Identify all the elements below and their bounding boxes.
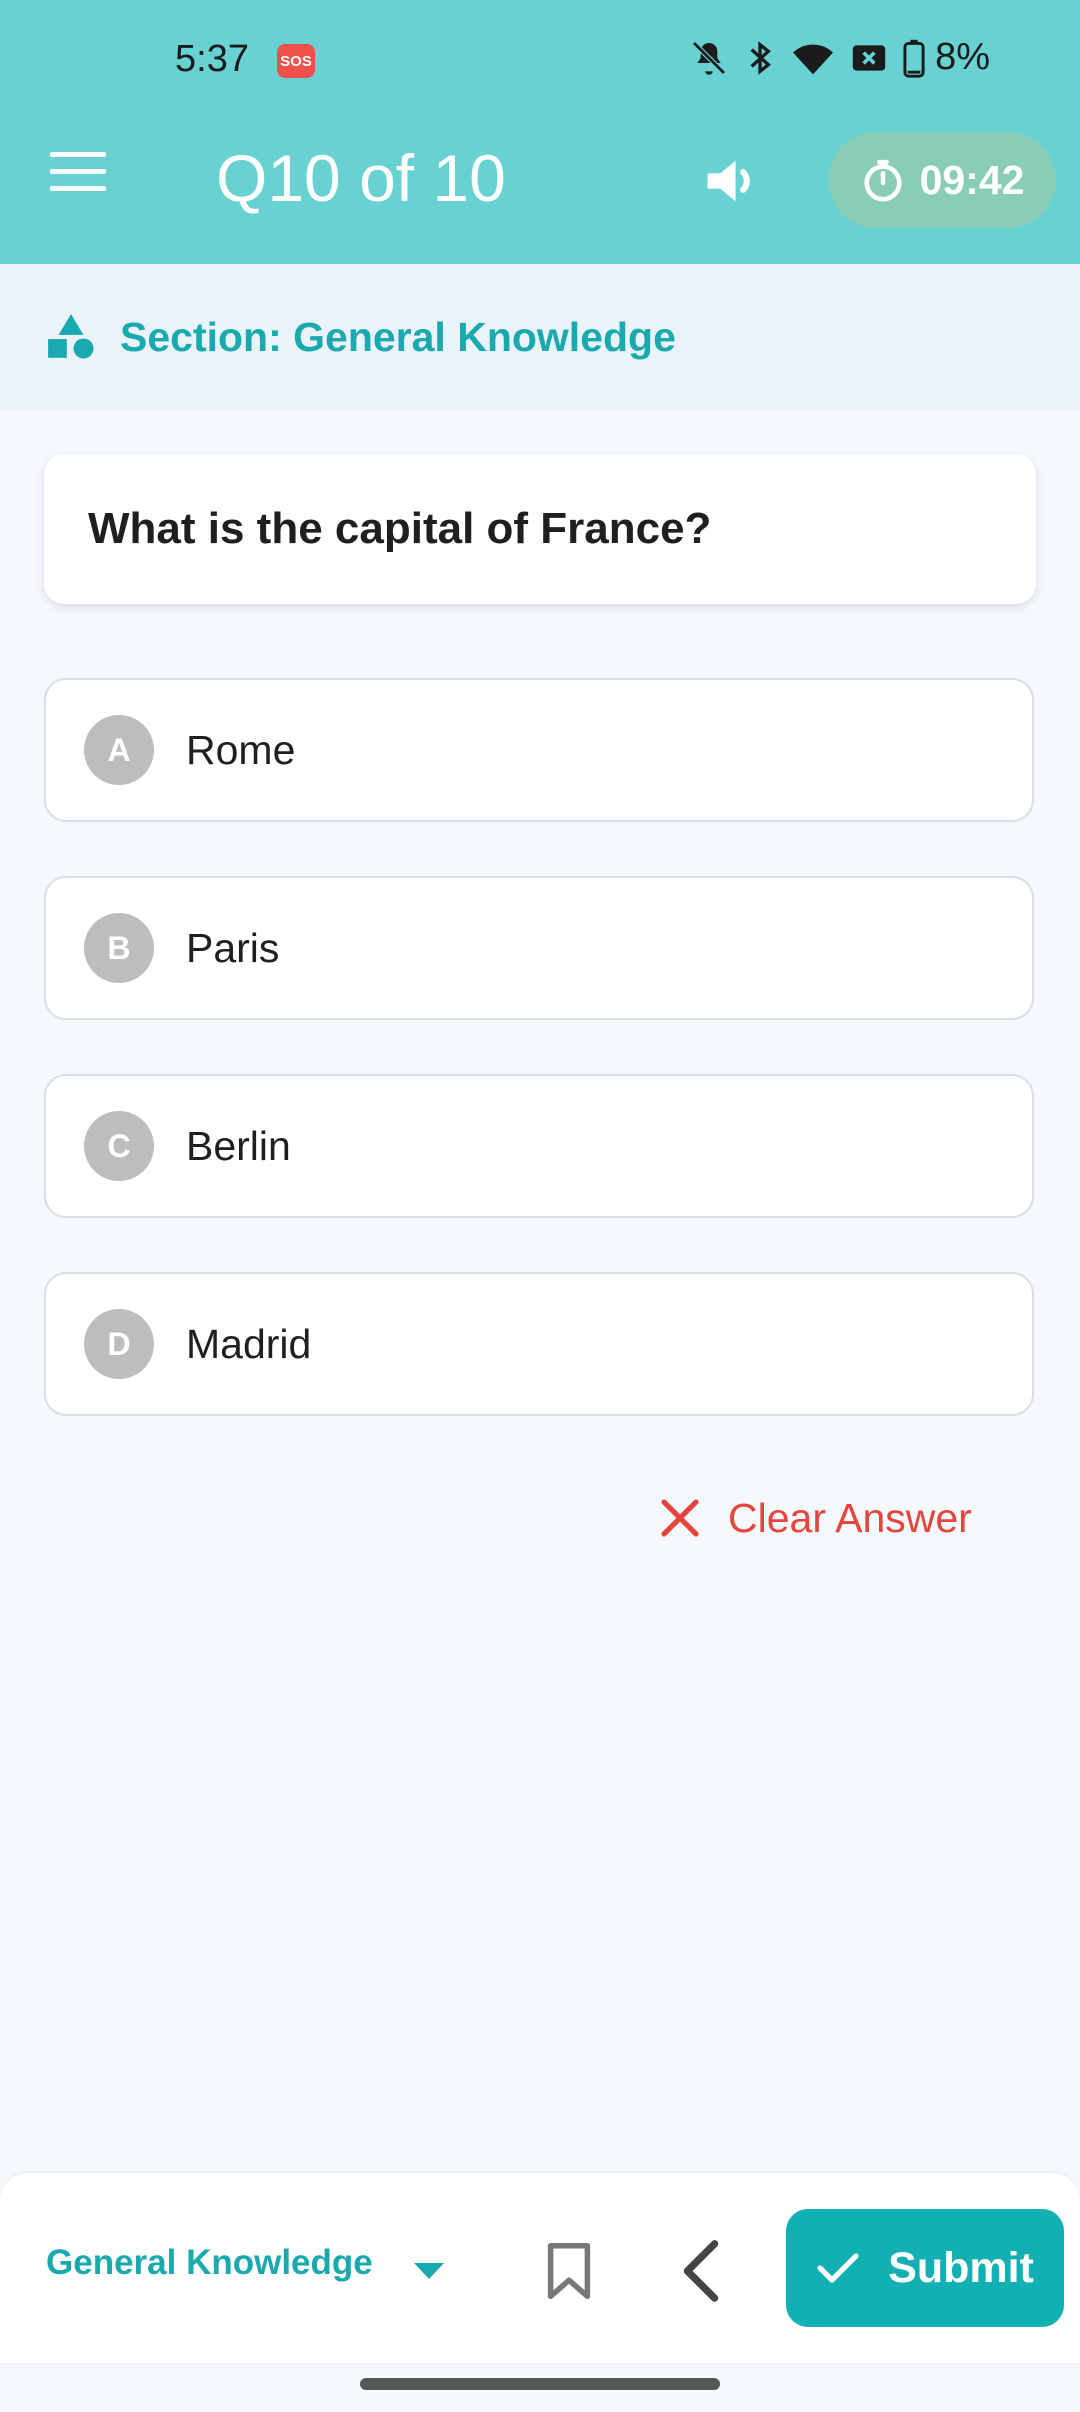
menu-button[interactable]	[50, 152, 118, 208]
check-icon	[817, 2253, 859, 2283]
timer-value: 09:42	[919, 156, 1025, 203]
section-dropdown[interactable]: General Knowledge	[46, 2243, 373, 2283]
close-icon	[661, 1499, 699, 1537]
volume-button[interactable]	[700, 148, 766, 214]
section-band: Section: General Knowledge	[0, 264, 1080, 410]
option-letter-badge: D	[84, 1309, 154, 1379]
hamburger-menu-icon	[50, 152, 106, 191]
option-letter-badge: B	[84, 913, 154, 983]
option-text: Madrid	[186, 1320, 312, 1367]
option-a[interactable]: A Rome	[44, 678, 1034, 822]
chevron-down-icon[interactable]	[412, 2261, 446, 2281]
app-header: 5:37 SOS 8% Q10 of 10 09:42	[0, 0, 1080, 264]
back-icon[interactable]	[678, 2237, 724, 2305]
option-letter-badge: C	[84, 1111, 154, 1181]
question-counter-title: Q10 of 10	[216, 141, 506, 215]
battery-icon	[903, 38, 925, 78]
volume-icon	[707, 160, 750, 202]
option-letter-badge: A	[84, 715, 154, 785]
status-icons: 8%	[689, 36, 990, 79]
clear-answer-label: Clear Answer	[728, 1494, 972, 1541]
bluetooth-icon	[745, 38, 775, 78]
question-card: What is the capital of France?	[44, 454, 1036, 604]
option-c[interactable]: C Berlin	[44, 1074, 1034, 1218]
shapes-icon	[48, 314, 94, 359]
bookmark-icon[interactable]	[546, 2241, 592, 2301]
option-d[interactable]: D Madrid	[44, 1272, 1034, 1416]
option-b[interactable]: B Paris	[44, 876, 1034, 1020]
stopwatch-icon	[863, 159, 902, 202]
submit-button[interactable]: Submit	[786, 2209, 1064, 2327]
sos-badge: SOS	[277, 44, 315, 78]
bottom-action-bar: General Knowledge Submit	[0, 2173, 1080, 2363]
status-time: 5:37	[175, 38, 249, 80]
submit-label: Submit	[888, 2243, 1034, 2292]
timer-chip: 09:42	[828, 132, 1056, 228]
wifi-icon	[791, 38, 835, 78]
option-text: Rome	[186, 726, 296, 773]
question-text: What is the capital of France?	[88, 504, 712, 553]
section-label: Section: General Knowledge	[120, 313, 676, 360]
battery-percent: 8%	[935, 36, 990, 78]
mute-bell-icon	[689, 38, 729, 78]
option-text: Paris	[186, 924, 280, 971]
option-text: Berlin	[186, 1122, 291, 1169]
sim-blocked-icon	[851, 40, 887, 76]
home-indicator[interactable]	[360, 2378, 720, 2390]
section-dropdown-value: General Knowledge	[46, 2243, 373, 2282]
clear-answer-button[interactable]: Clear Answer	[660, 1490, 972, 1546]
